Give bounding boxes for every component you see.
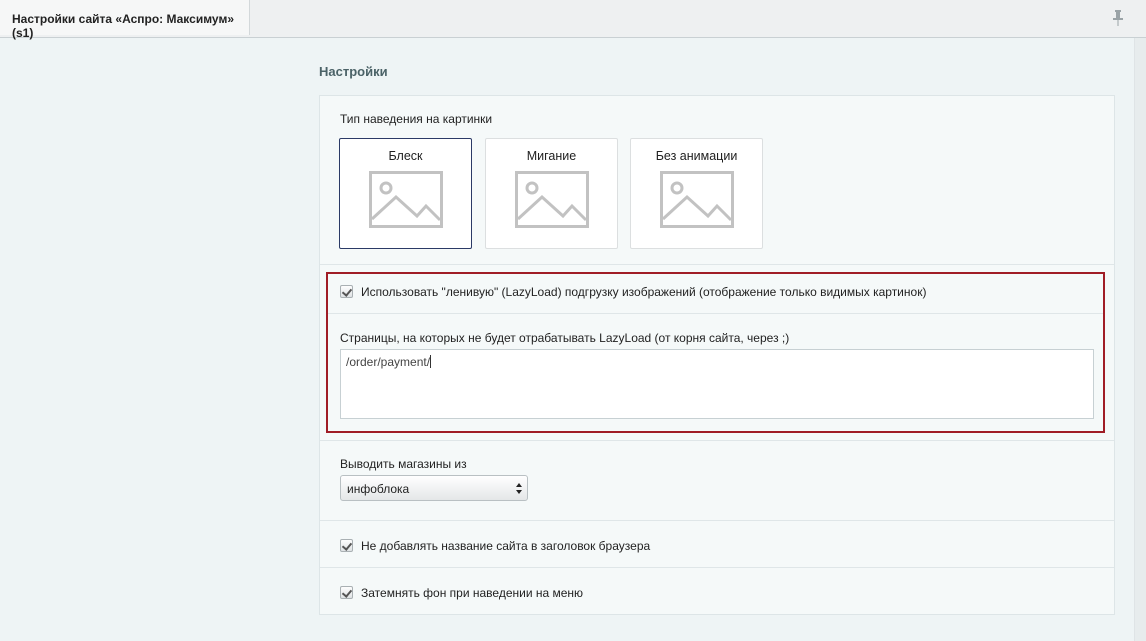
scrollbar[interactable] <box>1134 38 1146 641</box>
darken-menu-checkbox[interactable] <box>340 586 353 599</box>
stores-label: Выводить магазины из <box>340 457 467 471</box>
divider <box>320 567 1114 568</box>
divider <box>320 264 1114 265</box>
no-site-name-label: Не добавлять название сайта в заголовок … <box>361 539 651 553</box>
tab-site-settings[interactable]: Настройки сайта «Аспро: Максимум» (s1) <box>0 0 250 40</box>
image-placeholder-icon <box>515 171 589 228</box>
hover-type-label: Тип наведения на картинки <box>340 112 493 126</box>
image-placeholder-icon <box>660 171 734 228</box>
pin-icon[interactable] <box>1112 10 1124 26</box>
hover-option-shine[interactable]: Блеск <box>339 138 472 249</box>
section-title: Настройки <box>319 64 388 79</box>
image-placeholder-icon <box>369 171 443 228</box>
no-site-name-checkbox[interactable] <box>340 539 353 552</box>
select-arrows-icon <box>516 483 522 494</box>
divider <box>320 520 1114 521</box>
highlight-box <box>326 272 1105 433</box>
divider <box>320 440 1114 441</box>
stores-select[interactable]: инфоблока <box>340 475 528 501</box>
darken-menu-label: Затемнять фон при наведении на меню <box>361 586 584 600</box>
hover-option-none[interactable]: Без анимации <box>630 138 763 249</box>
hover-option-blink[interactable]: Мигание <box>485 138 618 249</box>
tab-bar: Настройки сайта «Аспро: Максимум» (s1) <box>0 0 1146 40</box>
